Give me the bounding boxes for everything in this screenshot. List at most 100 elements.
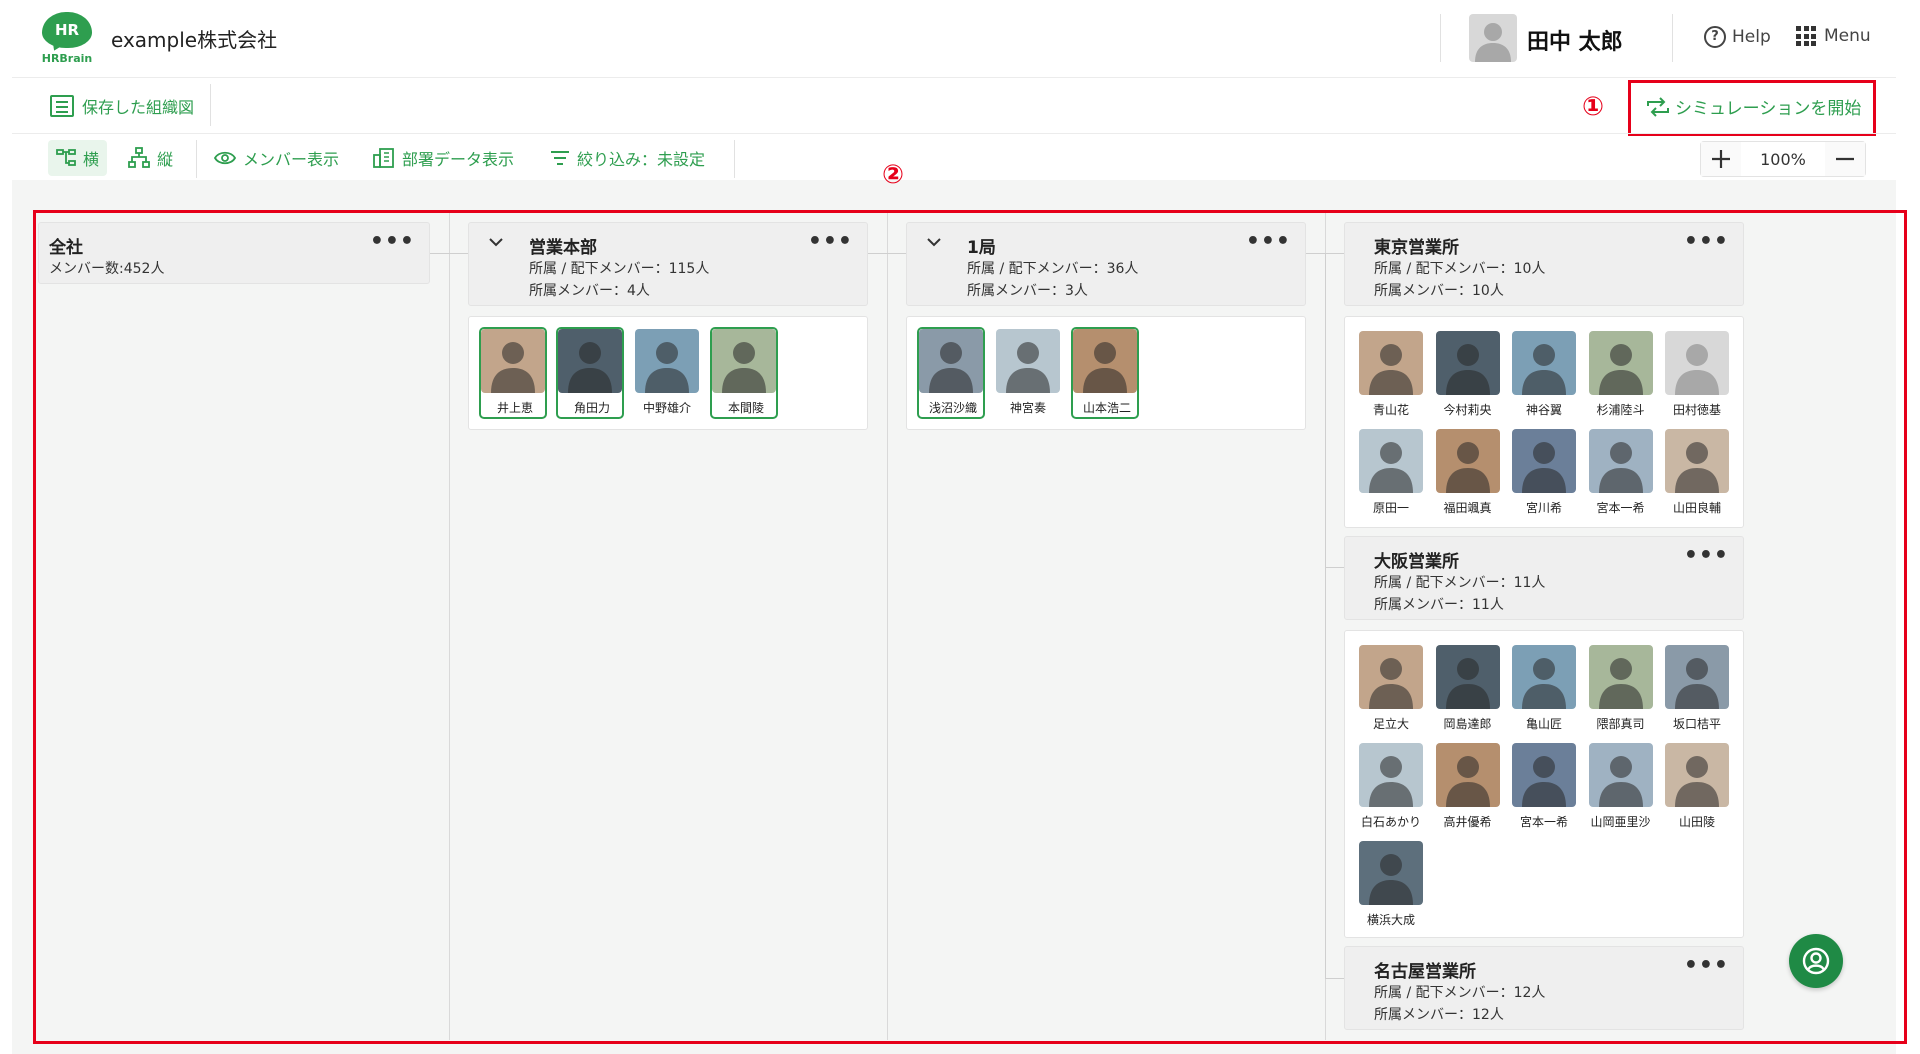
sub-member-count: 所属 / 配下メンバー：12人 <box>1374 985 1546 1001</box>
member-tile[interactable]: 神宮奏 <box>994 327 1062 419</box>
member-name: 今村莉央 <box>1443 403 1492 417</box>
help-button[interactable]: ? Help <box>1704 26 1771 48</box>
dept-card-nagoya[interactable]: 名古屋営業所 所属 / 配下メンバー：12人 所属メンバー：12人 ••• <box>1344 946 1744 1030</box>
member-tile[interactable]: 神谷翼 <box>1510 329 1578 421</box>
member-count: 所属メンバー：10人 <box>1374 283 1504 299</box>
member-tile[interactable]: 山本浩二 <box>1071 327 1139 419</box>
member-photo <box>1435 429 1500 493</box>
member-name: 角田力 <box>573 401 610 415</box>
start-simulation-button[interactable]: シミュレーションを開始 <box>1645 94 1861 119</box>
member-tile[interactable]: 杉浦陸斗 <box>1587 329 1655 421</box>
member-tile[interactable]: 高井優希 <box>1434 741 1502 833</box>
member-tile[interactable]: 宮本一希 <box>1587 427 1655 519</box>
member-name: 岡島達郎 <box>1443 717 1492 731</box>
more-options-icon[interactable]: ••• <box>370 229 415 254</box>
vertical-tree-icon <box>128 147 150 168</box>
member-name: 宮本一希 <box>1596 501 1645 515</box>
hrbrain-logo[interactable]: HR HRBrain <box>40 12 94 66</box>
member-tile[interactable]: 横浜大成 <box>1357 839 1425 931</box>
member-photo <box>1435 645 1500 709</box>
member-tile[interactable]: 白石あかり <box>1357 741 1425 833</box>
profile-fab-button[interactable] <box>1789 934 1843 988</box>
member-tile[interactable]: 田村徳基 <box>1663 329 1731 421</box>
dept-name: 東京営業所 <box>1374 238 1459 258</box>
member-name: 原田一 <box>1372 501 1409 515</box>
member-tile[interactable]: 今村莉央 <box>1434 329 1502 421</box>
dept-name: 1局 <box>967 238 996 258</box>
member-photo <box>1665 429 1729 493</box>
member-view-label: メンバー表示 <box>243 150 340 169</box>
start-simulation-label: シミュレーションを開始 <box>1675 99 1862 119</box>
member-tile[interactable]: 角田力 <box>556 327 624 419</box>
member-photo <box>1588 429 1653 493</box>
member-photo <box>1435 743 1500 807</box>
chevron-down-icon[interactable] <box>489 235 503 249</box>
menu-button[interactable]: Menu <box>1796 26 1871 46</box>
member-name: 福田颯真 <box>1443 501 1492 515</box>
sub-member-count: 所属 / 配下メンバー：10人 <box>1374 261 1546 277</box>
member-photo <box>1435 331 1500 395</box>
dept-name: 全社 <box>49 238 83 258</box>
member-name: 山岡亜里沙 <box>1590 815 1651 829</box>
member-tile[interactable]: 原田一 <box>1357 427 1425 519</box>
dept-card-eigyo[interactable]: 営業本部 所属 / 配下メンバー：115人 所属メンバー：4人 ••• <box>468 222 868 306</box>
member-tile[interactable]: 隈部真司 <box>1587 643 1655 735</box>
menu-label: Menu <box>1824 26 1871 46</box>
user-name[interactable]: 田中 太郎 <box>1527 24 1623 56</box>
member-photo <box>712 329 776 393</box>
more-options-icon[interactable]: ••• <box>808 229 853 254</box>
member-tile[interactable]: 山田陵 <box>1663 741 1731 833</box>
dept-card-osaka[interactable]: 大阪営業所 所属 / 配下メンバー：11人 所属メンバー：11人 ••• <box>1344 536 1744 620</box>
member-tile[interactable]: 青山花 <box>1357 329 1425 421</box>
member-tile[interactable]: 岡島達郎 <box>1434 643 1502 735</box>
member-tile[interactable]: 山岡亜里沙 <box>1587 741 1655 833</box>
more-options-icon[interactable]: ••• <box>1684 543 1729 568</box>
more-options-icon[interactable]: ••• <box>1684 953 1729 978</box>
member-view-button[interactable]: メンバー表示 <box>214 140 339 176</box>
zoom-in-button[interactable] <box>1701 142 1741 176</box>
member-name: 杉浦陸斗 <box>1596 403 1645 417</box>
member-tile[interactable]: 本間陵 <box>710 327 778 419</box>
member-tile[interactable]: 足立大 <box>1357 643 1425 735</box>
member-tile[interactable]: 山田良輔 <box>1663 427 1731 519</box>
member-tile[interactable]: 亀山匠 <box>1510 643 1578 735</box>
member-photo <box>1512 743 1576 807</box>
member-tile[interactable]: 宮川希 <box>1510 427 1578 519</box>
layout-vertical-button[interactable]: 縦 <box>128 140 173 176</box>
dept-card-tokyo[interactable]: 東京営業所 所属 / 配下メンバー：10人 所属メンバー：10人 ••• <box>1344 222 1744 306</box>
more-options-icon[interactable]: ••• <box>1246 229 1291 254</box>
more-options-icon[interactable]: ••• <box>1684 229 1729 254</box>
member-photo <box>996 329 1060 393</box>
member-tile[interactable]: 浅沼沙織 <box>917 327 985 419</box>
member-name: 白石あかり <box>1360 815 1421 829</box>
user-silhouette-icon <box>1475 23 1511 62</box>
user-avatar[interactable] <box>1469 14 1517 62</box>
department-data-button[interactable]: 部署データ表示 <box>373 140 514 176</box>
member-tile[interactable]: 宮本一希 <box>1510 741 1578 833</box>
member-photo <box>1588 743 1653 807</box>
minus-icon <box>1836 157 1854 161</box>
dept-card-kyoku1[interactable]: 1局 所属 / 配下メンバー：36人 所属メンバー：3人 ••• <box>906 222 1306 306</box>
plus-icon <box>1712 150 1730 168</box>
member-name: 青山花 <box>1372 403 1409 417</box>
list-icon <box>50 95 74 117</box>
dept-card-root[interactable]: 全社 メンバー数:452人 ••• <box>38 222 430 284</box>
member-tile[interactable]: 坂口桔平 <box>1663 643 1731 735</box>
member-photo <box>1359 331 1423 395</box>
member-name: 坂口桔平 <box>1672 717 1721 731</box>
member-tile[interactable]: 井上恵 <box>479 327 547 419</box>
sub-member-count: 所属 / 配下メンバー：115人 <box>529 261 710 277</box>
chevron-down-icon[interactable] <box>927 235 941 249</box>
member-count: 所属メンバー：11人 <box>1374 597 1504 613</box>
member-name: 浅沼沙織 <box>928 401 977 415</box>
member-name: 中野雄介 <box>642 401 691 415</box>
zoom-out-button[interactable] <box>1825 142 1865 176</box>
grid-menu-icon <box>1796 26 1816 46</box>
saved-org-charts-button[interactable]: 保存した組織図 <box>50 94 194 118</box>
layout-horizontal-button[interactable]: 横 <box>48 140 108 176</box>
member-tile[interactable]: 中野雄介 <box>633 327 701 419</box>
filter-button[interactable]: 絞り込み：未設定 <box>550 140 705 176</box>
member-count: 所属メンバー：3人 <box>967 283 1088 299</box>
member-name: 宮本一希 <box>1519 815 1568 829</box>
member-tile[interactable]: 福田颯真 <box>1434 427 1502 519</box>
